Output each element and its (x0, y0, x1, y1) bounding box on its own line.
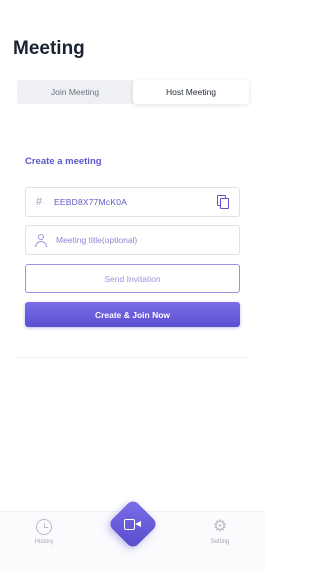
video-camera-icon (124, 519, 142, 530)
section-title: Create a meeting (25, 156, 102, 167)
create-join-button[interactable]: Create & Join Now (25, 302, 240, 327)
meeting-mode-tabs: Join Meeting Host Meeting (17, 80, 249, 104)
gear-icon: ⚙ (212, 518, 228, 535)
send-invitation-button[interactable]: Send Invitation (25, 264, 240, 293)
meeting-code-field: # EEBD8X77McK0A (25, 187, 240, 217)
clock-icon (36, 519, 52, 535)
user-icon (34, 233, 48, 247)
meeting-code: EEBD8X77McK0A (54, 197, 127, 207)
meeting-title-field (25, 225, 240, 255)
nav-setting-label: Setting (210, 539, 230, 545)
hash-icon: # (35, 196, 43, 208)
divider (14, 357, 250, 358)
nav-history[interactable]: History (19, 519, 69, 545)
nav-history-label: History (34, 539, 54, 545)
page-title: Meeting (13, 38, 85, 59)
tab-join-meeting[interactable]: Join Meeting (17, 80, 133, 104)
tab-host-meeting[interactable]: Host Meeting (133, 80, 249, 104)
nav-setting[interactable]: ⚙ Setting (195, 518, 245, 546)
copy-icon[interactable] (217, 195, 231, 209)
meeting-title-input[interactable] (56, 235, 226, 245)
